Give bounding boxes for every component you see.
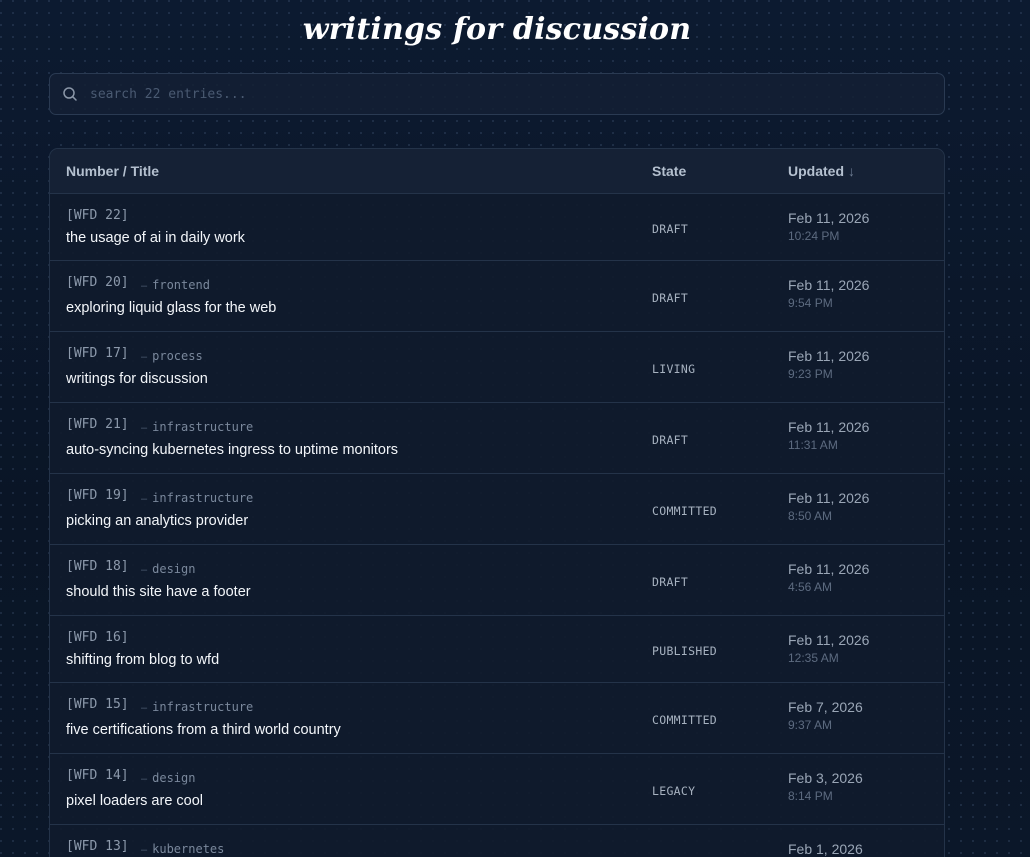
- table-row[interactable]: [WFD 13]–kubernetesLEGACYFeb 1, 2026: [50, 825, 944, 857]
- header-number-title[interactable]: Number / Title: [66, 163, 159, 179]
- tag-separator: –: [141, 280, 148, 292]
- header-state[interactable]: State: [652, 163, 686, 179]
- entry-tag[interactable]: infrastructure: [152, 491, 253, 505]
- table-header: Number / Title State Updated ↓: [50, 149, 944, 194]
- updated-date: Feb 11, 2026: [788, 419, 870, 435]
- table-row[interactable]: [WFD 19] – infrastructure picking an analyt…: [50, 474, 944, 545]
- entries-table: Number / Title State Updated ↓ [WFD 22] th…: [49, 148, 945, 857]
- tag-separator: –: [141, 351, 148, 363]
- entry-number: [WFD 17]: [66, 346, 129, 361]
- table-row[interactable]: [WFD 21] – infrastructure auto-syncing kube…: [50, 403, 944, 474]
- state-badge: LEGACY: [652, 783, 696, 798]
- tag-separator: –: [141, 422, 148, 434]
- search-input[interactable]: [90, 86, 890, 102]
- state-badge: LIVING: [652, 361, 696, 376]
- updated-date: Feb 11, 2026: [788, 490, 870, 506]
- state-badge: DRAFT: [652, 290, 689, 305]
- entry-tag[interactable]: infrastructure: [152, 420, 253, 434]
- entry-number: [WFD 19]: [66, 488, 129, 503]
- entry-title[interactable]: the usage of ai in daily work: [66, 230, 245, 246]
- header-updated[interactable]: Updated ↓: [788, 163, 855, 179]
- state-badge: DRAFT: [652, 221, 689, 236]
- table-row[interactable]: [WFD 14] – design pixel loaders are cool LEG…: [50, 754, 944, 825]
- updated-date: Feb 11, 2026: [788, 632, 870, 648]
- tag-separator: –: [141, 493, 148, 505]
- table-body: [WFD 22] the usage of ai in daily work DRA…: [50, 194, 944, 857]
- updated-time: 9:23 PM: [788, 367, 833, 381]
- entry-number: [WFD 18]: [66, 559, 129, 574]
- entry-tag-group: – infrastructure: [134, 418, 253, 436]
- state-badge: DRAFT: [652, 432, 689, 447]
- entry-tag[interactable]: infrastructure: [152, 700, 253, 714]
- entry-tag[interactable]: process: [152, 349, 203, 363]
- entry-title[interactable]: five certifications from a third world c…: [66, 722, 341, 738]
- updated-date: Feb 7, 2026: [788, 699, 863, 715]
- entry-tag[interactable]: design: [152, 562, 195, 576]
- entry-title[interactable]: auto-syncing kubernetes ingress to uptim…: [66, 442, 398, 458]
- entry-title[interactable]: exploring liquid glass for the web: [66, 300, 276, 316]
- table-row[interactable]: [WFD 16] shifting from blog to wfd PUBLISH…: [50, 616, 944, 683]
- updated-time: 8:14 PM: [788, 789, 833, 803]
- entry-tag-group: – design: [134, 560, 195, 578]
- state-badge: COMMITTED: [652, 712, 718, 727]
- state-badge: COMMITTED: [652, 503, 718, 518]
- entry-tag-group: – infrastructure: [134, 698, 253, 716]
- tag-separator: –: [141, 773, 148, 785]
- tag-separator: –: [141, 844, 148, 856]
- entry-number: [WFD 20]: [66, 275, 129, 290]
- entry-tag[interactable]: kubernetes: [152, 842, 224, 856]
- entry-tag-group: – frontend: [134, 276, 210, 294]
- updated-date: Feb 11, 2026: [788, 210, 870, 226]
- entry-number: [WFD 13]: [66, 839, 129, 854]
- search-bar[interactable]: [49, 73, 945, 115]
- updated-time: 12:35 AM: [788, 651, 839, 665]
- page-title: writings for discussion: [302, 12, 692, 47]
- updated-date: Feb 3, 2026: [788, 770, 863, 786]
- search-icon: [63, 87, 77, 101]
- entry-tag-group: – process: [134, 347, 203, 365]
- entry-title[interactable]: should this site have a footer: [66, 584, 251, 600]
- entry-title[interactable]: pixel loaders are cool: [66, 793, 203, 809]
- state-badge: DRAFT: [652, 574, 689, 589]
- updated-time: 4:56 AM: [788, 580, 833, 594]
- updated-date: Feb 1, 2026: [788, 841, 863, 857]
- table-row[interactable]: [WFD 18] – design should this site have a f…: [50, 545, 944, 616]
- updated-time: 10:24 PM: [788, 229, 840, 243]
- updated-time: 9:54 PM: [788, 296, 833, 310]
- entry-tag[interactable]: design: [152, 771, 195, 785]
- entry-number: [WFD 21]: [66, 417, 129, 432]
- entry-number: [WFD 14]: [66, 768, 129, 783]
- tag-separator: –: [141, 702, 148, 714]
- entry-number: [WFD 16]: [66, 630, 129, 645]
- updated-time: 8:50 AM: [788, 509, 833, 523]
- entry-number: [WFD 15]: [66, 697, 129, 712]
- entry-tag-group: – design: [134, 769, 195, 787]
- header-updated-label: Updated: [788, 163, 844, 179]
- table-row[interactable]: [WFD 15] – infrastructure five certificatio…: [50, 683, 944, 754]
- updated-date: Feb 11, 2026: [788, 348, 870, 364]
- updated-date: Feb 11, 2026: [788, 277, 870, 293]
- updated-time: 11:31 AM: [788, 438, 838, 452]
- tag-separator: –: [141, 564, 148, 576]
- sort-arrow-down-icon: ↓: [848, 163, 855, 179]
- updated-time: 9:37 AM: [788, 718, 833, 732]
- entry-tag[interactable]: frontend: [152, 278, 210, 292]
- entry-title[interactable]: writings for discussion: [66, 371, 208, 387]
- state-badge: PUBLISHED: [652, 643, 718, 658]
- entry-tag-group: – kubernetes: [134, 840, 224, 857]
- entry-tag-group: – infrastructure: [134, 489, 253, 507]
- entry-number: [WFD 22]: [66, 208, 129, 223]
- table-row[interactable]: [WFD 22] the usage of ai in daily work DRA…: [50, 194, 944, 261]
- entry-title[interactable]: picking an analytics provider: [66, 513, 248, 529]
- entry-title[interactable]: shifting from blog to wfd: [66, 652, 219, 668]
- table-row[interactable]: [WFD 20] – frontend exploring liquid glass …: [50, 261, 944, 332]
- updated-date: Feb 11, 2026: [788, 561, 870, 577]
- table-row[interactable]: [WFD 17] – process writings for discussion L…: [50, 332, 944, 403]
